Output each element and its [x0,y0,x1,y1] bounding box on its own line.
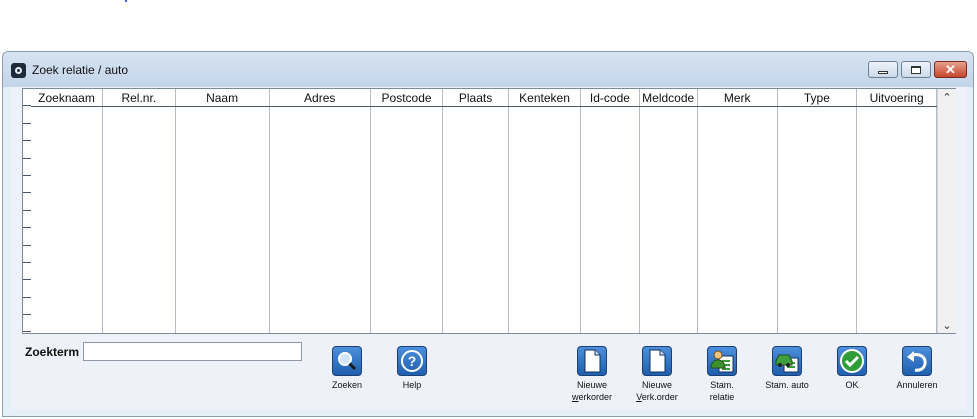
ok-button-label: OK [845,380,859,390]
document-icon [577,346,607,376]
person-card-icon [707,346,737,376]
stray-dot [125,0,127,2]
question-icon: ? [397,346,427,376]
new-salesorder-label-line2: erk.order [641,392,678,402]
cancel-button[interactable]: Annuleren [881,346,953,391]
magnifier-icon [332,346,362,376]
svg-text:?: ? [408,353,417,369]
search-dialog: Zoek relatie / auto ✕ Zoeknaam Rel.nr. N… [2,51,974,417]
close-icon: ✕ [945,62,956,77]
column-header-postcode[interactable]: Postcode [370,89,444,107]
scroll-up-icon[interactable]: ⌃ [938,89,956,105]
car-card-icon [772,346,802,376]
dialog-content: Zoeknaam Rel.nr. Naam Adres Postcode Pla… [11,87,967,410]
search-button[interactable]: Zoeken [311,346,383,391]
new-workorder-button[interactable]: Nieuwe werkorder [556,346,628,403]
close-button[interactable]: ✕ [934,61,967,78]
column-header-plaats[interactable]: Plaats [442,89,509,107]
master-relation-button[interactable]: Stam. relatie [686,346,758,403]
column-header-meldcode[interactable]: Meldcode [639,89,698,107]
cancel-button-label: Annuleren [896,380,938,390]
search-label: Zoekterm [25,345,80,359]
new-workorder-label-line1: Nieuwe [576,380,607,390]
checkmark-icon [837,346,867,376]
new-workorder-label-line2: erkorder [578,392,612,402]
master-relation-label-line2: relatie [709,392,735,402]
help-button-label: Help [402,380,422,390]
search-button-label: Zoeken [331,380,363,390]
minimize-button[interactable] [868,61,898,78]
app-icon [11,63,26,78]
new-salesorder-button[interactable]: Nieuwe Verk.order [621,346,693,403]
column-header-merk[interactable]: Merk [697,89,778,107]
window-title: Zoek relatie / auto [32,63,129,77]
title-bar[interactable]: Zoek relatie / auto ✕ [3,52,973,87]
help-button[interactable]: ? Help [376,346,448,391]
search-input[interactable] [83,342,302,361]
results-table: Zoeknaam Rel.nr. Naam Adres Postcode Pla… [31,89,937,333]
new-salesorder-label-line1: Nieuwe [641,380,672,390]
column-header-relnr[interactable]: Rel.nr. [102,89,176,107]
undo-arrow-icon [902,346,932,376]
master-relation-label-line1: Stam. [710,380,734,390]
maximize-button[interactable] [901,61,931,78]
minimize-icon [878,71,888,74]
results-grid[interactable]: Zoeknaam Rel.nr. Naam Adres Postcode Pla… [22,88,956,334]
scroll-down-icon[interactable]: ⌄ [938,317,956,333]
master-car-button[interactable]: Stam. auto [751,346,823,391]
column-header-adres[interactable]: Adres [269,89,371,107]
column-header-uitvoering[interactable]: Uitvoering [856,89,937,107]
document-icon [642,346,672,376]
master-car-label: Stam. auto [765,380,809,390]
maximize-icon [911,65,921,74]
column-header-type[interactable]: Type [777,89,858,107]
column-header-zoeknaam[interactable]: Zoeknaam [31,89,104,107]
column-header-naam[interactable]: Naam [175,89,270,107]
column-header-kenteken[interactable]: Kenteken [508,89,582,107]
empty-row [31,106,937,333]
vertical-scrollbar[interactable]: ⌃ ⌄ [937,89,956,333]
column-header-idcode[interactable]: Id-code [580,89,640,107]
ok-button[interactable]: OK [816,346,888,391]
